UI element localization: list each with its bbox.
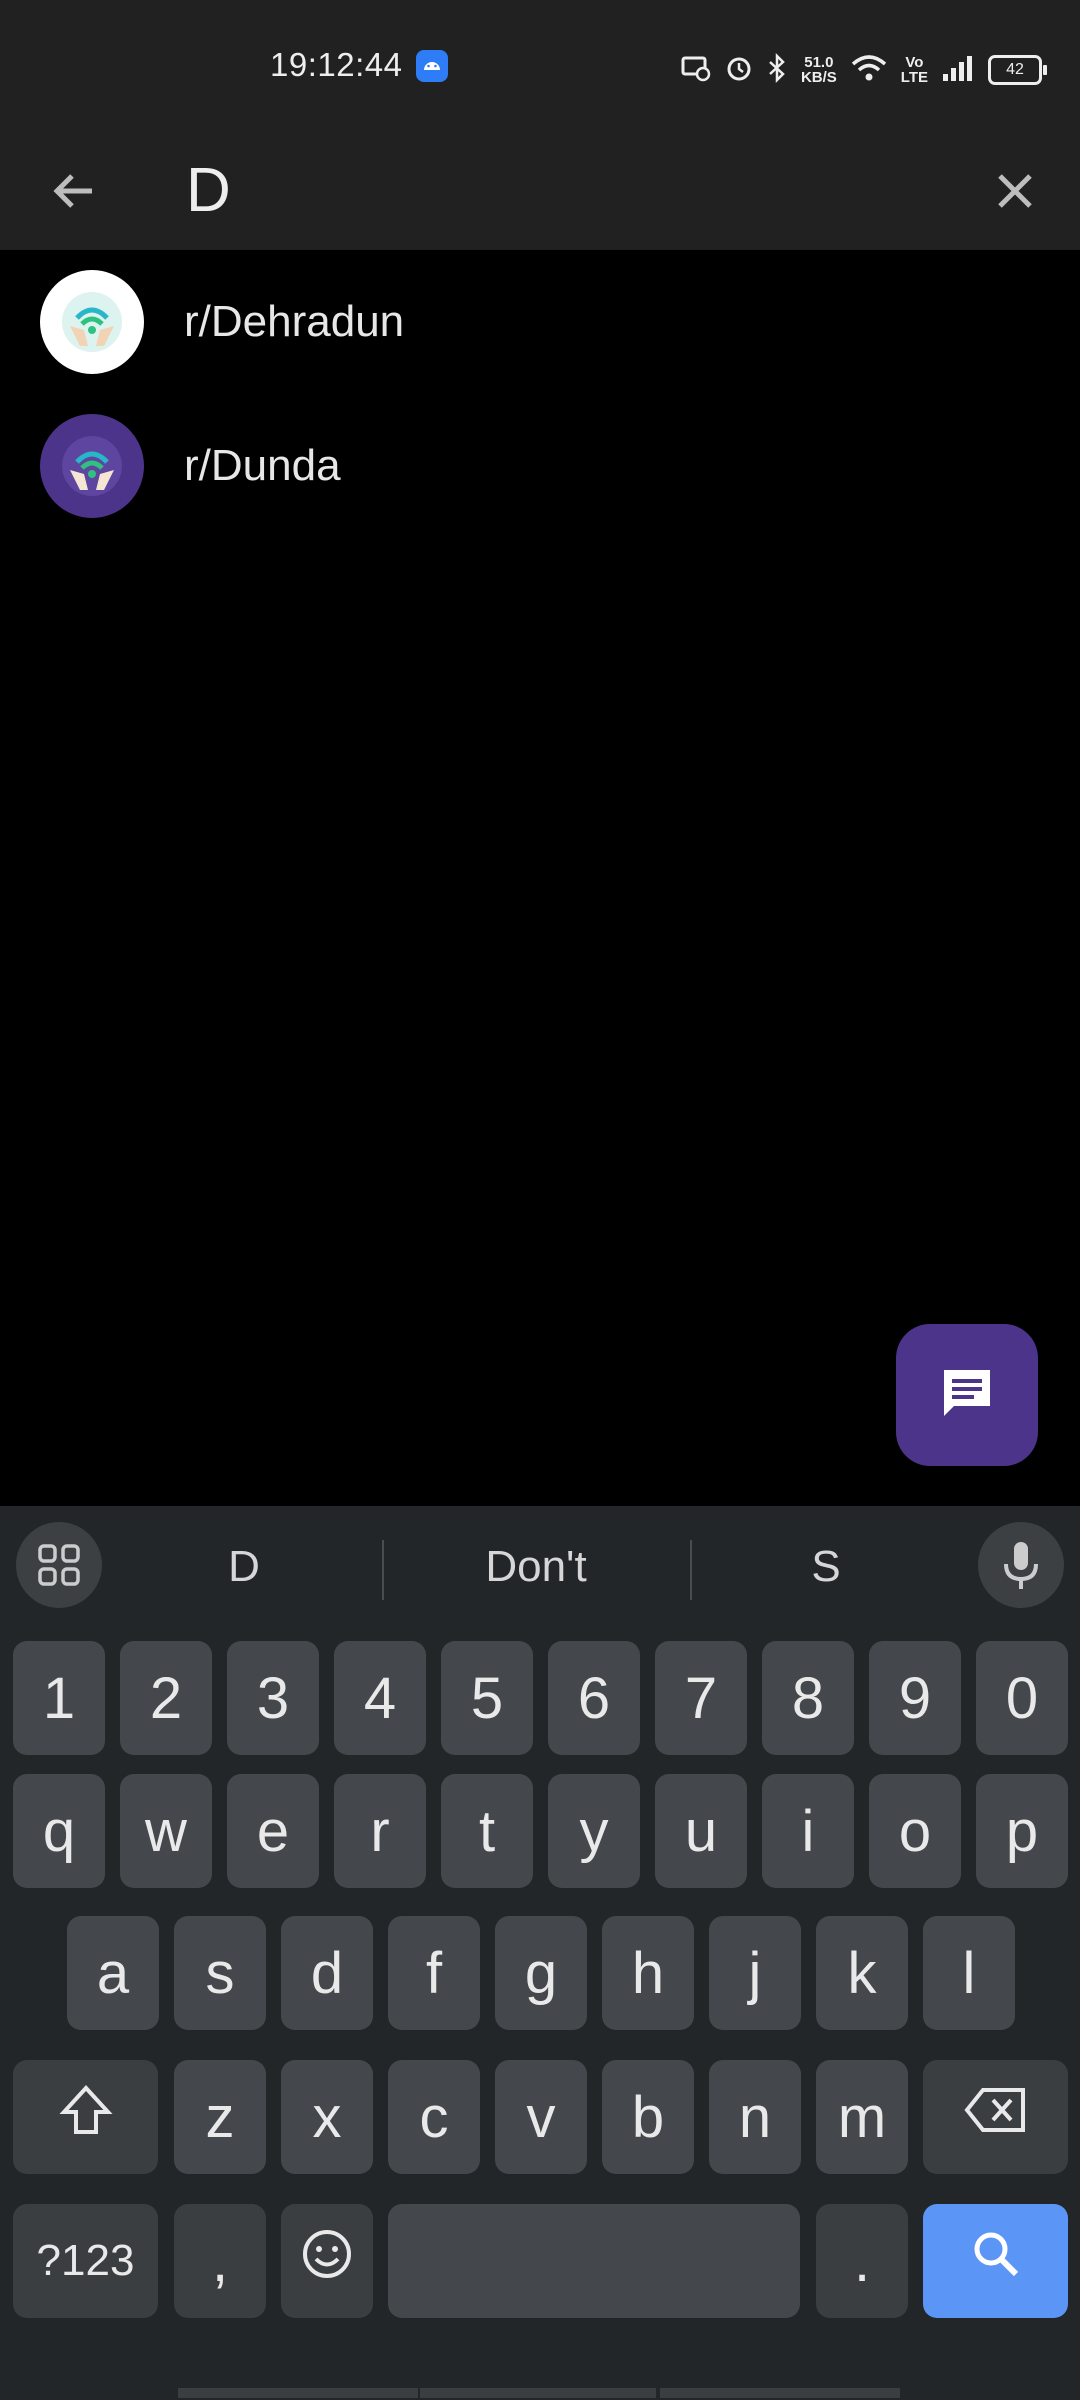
key-k[interactable]: k	[816, 1916, 908, 2030]
divider	[690, 1540, 692, 1600]
suggestion-item[interactable]: Don't	[406, 1542, 666, 1592]
key-9[interactable]: 9	[869, 1641, 961, 1755]
android-notification-icon	[416, 50, 448, 82]
key-4[interactable]: 4	[334, 1641, 426, 1755]
search-key[interactable]	[923, 2204, 1068, 2318]
key-z[interactable]: z	[174, 2060, 266, 2174]
key-f[interactable]: f	[388, 1916, 480, 2030]
signal-icon	[942, 54, 974, 87]
key-n[interactable]: n	[709, 2060, 801, 2174]
key-b[interactable]: b	[602, 2060, 694, 2174]
key-i[interactable]: i	[762, 1774, 854, 1888]
community-avatar	[40, 270, 144, 374]
key-p[interactable]: p	[976, 1774, 1068, 1888]
symbols-key[interactable]: ?123	[13, 2204, 158, 2318]
key-3[interactable]: 3	[227, 1641, 319, 1755]
nav-bar-handle	[660, 2388, 900, 2398]
network-speed: 51.0 KB/S	[801, 55, 837, 85]
key-g[interactable]: g	[495, 1916, 587, 2030]
volte-line2: LTE	[900, 69, 928, 86]
key-r[interactable]: r	[334, 1774, 426, 1888]
key-7[interactable]: 7	[655, 1641, 747, 1755]
suggestion-item[interactable]: D	[114, 1542, 374, 1592]
clear-search-button[interactable]	[980, 156, 1050, 226]
search-bar: D	[0, 132, 1080, 250]
list-item[interactable]: r/Dunda	[0, 396, 1080, 536]
list-item-label: r/Dunda	[184, 441, 341, 490]
close-icon	[980, 174, 1050, 230]
key-6[interactable]: 6	[548, 1641, 640, 1755]
volte-indicator: Vo LTE	[901, 55, 928, 85]
emoji-icon	[299, 2226, 355, 2296]
apps-grid-icon	[16, 1544, 102, 1612]
key-q[interactable]: q	[13, 1774, 105, 1888]
network-speed-value: 51.0	[804, 54, 834, 71]
key-s[interactable]: s	[174, 1916, 266, 2030]
key-c[interactable]: c	[388, 2060, 480, 2174]
volte-line1: Vo	[905, 54, 924, 71]
key-o[interactable]: o	[869, 1774, 961, 1888]
nav-bar-handle	[420, 2388, 656, 2398]
key-l[interactable]: l	[923, 1916, 1015, 2030]
nav-bar-handle	[178, 2388, 418, 2398]
backspace-key[interactable]	[923, 2060, 1068, 2174]
back-button[interactable]	[40, 156, 110, 226]
key-a[interactable]: a	[67, 1916, 159, 2030]
arrow-left-icon	[40, 174, 110, 230]
key-h[interactable]: h	[602, 1916, 694, 2030]
community-avatar	[40, 414, 144, 518]
search-input[interactable]: D	[186, 146, 231, 236]
microphone-icon	[978, 1542, 1064, 1612]
alarm-icon	[725, 54, 753, 87]
battery-indicator: 42	[988, 55, 1047, 85]
key-t[interactable]: t	[441, 1774, 533, 1888]
key-8[interactable]: 8	[762, 1641, 854, 1755]
key-m[interactable]: m	[816, 2060, 908, 2174]
key-d[interactable]: d	[281, 1916, 373, 2030]
search-icon	[968, 2226, 1024, 2296]
wifi-icon	[851, 54, 887, 87]
shift-key[interactable]	[13, 2060, 158, 2174]
suggestion-item[interactable]: S	[696, 1542, 956, 1592]
apps-grid-button[interactable]	[16, 1522, 102, 1608]
key-j[interactable]: j	[709, 1916, 801, 2030]
key-v[interactable]: v	[495, 2060, 587, 2174]
keyboard: D Don't S 1 2 3 4 5 6 7 8 9 0 q w e r t …	[0, 1506, 1080, 2400]
period-key[interactable]: .	[816, 2204, 908, 2318]
space-key[interactable]	[388, 2204, 800, 2318]
bluetooth-icon	[767, 52, 787, 88]
status-time: 19:12:44	[270, 46, 403, 83]
key-2[interactable]: 2	[120, 1641, 212, 1755]
screen-mirror-icon	[681, 54, 711, 87]
key-u[interactable]: u	[655, 1774, 747, 1888]
network-speed-unit: KB/S	[800, 69, 837, 86]
emoji-key[interactable]	[281, 2204, 373, 2318]
list-item-label: r/Dehradun	[184, 297, 405, 346]
key-1[interactable]: 1	[13, 1641, 105, 1755]
status-bar: 19:12:44 51.0 KB/S Vo LTE 42	[0, 0, 1080, 132]
backspace-icon	[961, 2082, 1031, 2152]
chat-icon	[938, 1364, 996, 1427]
key-x[interactable]: x	[281, 2060, 373, 2174]
key-5[interactable]: 5	[441, 1641, 533, 1755]
chat-button[interactable]	[896, 1324, 1038, 1466]
key-w[interactable]: w	[120, 1774, 212, 1888]
divider	[382, 1540, 384, 1600]
list-item[interactable]: r/Dehradun	[0, 252, 1080, 392]
key-e[interactable]: e	[227, 1774, 319, 1888]
shift-icon	[56, 2080, 116, 2154]
comma-key[interactable]: ,	[174, 2204, 266, 2318]
key-y[interactable]: y	[548, 1774, 640, 1888]
key-0[interactable]: 0	[976, 1641, 1068, 1755]
voice-input-button[interactable]	[978, 1522, 1064, 1608]
status-icons: 51.0 KB/S Vo LTE 42	[681, 50, 1047, 90]
suggestion-strip: D Don't S	[0, 1506, 1080, 1626]
